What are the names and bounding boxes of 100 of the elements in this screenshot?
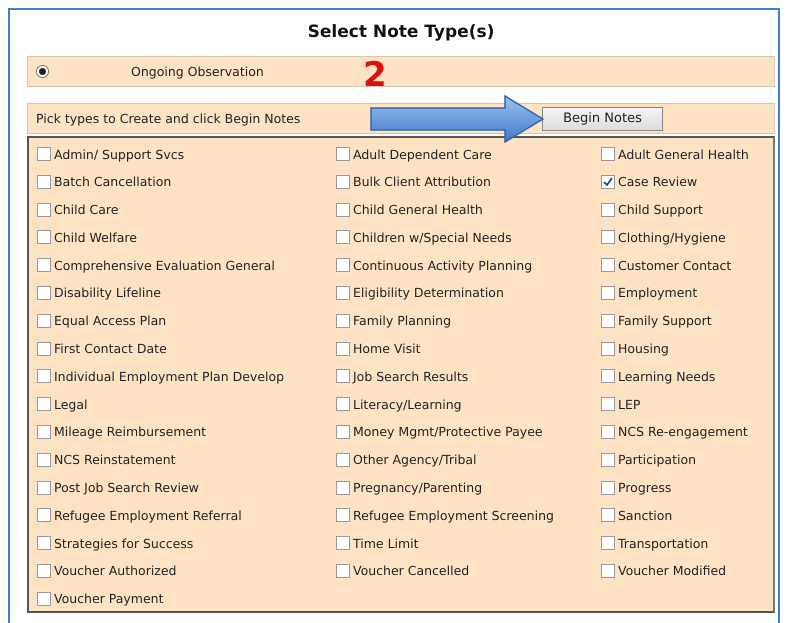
checkbox[interactable] bbox=[601, 564, 615, 578]
checkbox-label: Time Limit bbox=[353, 536, 419, 551]
checkbox[interactable] bbox=[336, 397, 350, 412]
checkbox-label: Voucher Payment bbox=[54, 591, 164, 606]
checkbox-label: First Contact Date bbox=[54, 341, 167, 356]
checkbox[interactable] bbox=[37, 536, 51, 550]
checkbox[interactable] bbox=[601, 230, 615, 244]
checkbox-label: Refugee Employment Screening bbox=[353, 508, 554, 523]
checkbox[interactable] bbox=[37, 174, 51, 189]
checkbox[interactable] bbox=[601, 174, 615, 189]
checkbox-label: Progress bbox=[618, 480, 672, 496]
checkbox[interactable] bbox=[601, 369, 615, 384]
checkbox[interactable] bbox=[336, 424, 350, 439]
checkbox-label: Child Welfare bbox=[54, 230, 137, 245]
checkbox-label: Admin/ Support Svcs bbox=[54, 146, 184, 162]
radio-button[interactable] bbox=[36, 65, 49, 78]
checkbox-label: Strategies for Success bbox=[54, 536, 194, 551]
checkbox-label: Batch Cancellation bbox=[54, 174, 172, 190]
checkbox-label: Money Mgmt/Protective Payee bbox=[353, 424, 543, 440]
checkbox-label: Child General Health bbox=[353, 202, 483, 218]
checkbox-label: Child Care bbox=[54, 202, 118, 218]
checkbox[interactable] bbox=[601, 202, 615, 217]
checkbox[interactable] bbox=[37, 452, 51, 467]
begin-notes-button[interactable]: Begin Notes bbox=[542, 106, 663, 130]
checkbox[interactable] bbox=[601, 424, 615, 439]
checkbox[interactable] bbox=[336, 536, 350, 550]
checkbox[interactable] bbox=[336, 174, 350, 189]
checkbox-label: Comprehensive Evaluation General bbox=[54, 258, 275, 273]
checkbox-label: Pregnancy/Parenting bbox=[353, 480, 482, 496]
checkbox-label: Other Agency/Tribal bbox=[353, 452, 477, 468]
checkbox[interactable] bbox=[601, 314, 615, 328]
checkbox-label: Post Job Search Review bbox=[54, 480, 199, 496]
checkbox[interactable] bbox=[601, 147, 615, 161]
checkbox-label: Family Support bbox=[618, 313, 712, 328]
checkbox-label: Eligibility Determination bbox=[353, 285, 504, 300]
checkbox-label: Clothing/Hygiene bbox=[618, 230, 726, 245]
checkbox[interactable] bbox=[336, 286, 350, 300]
checkbox[interactable] bbox=[37, 397, 51, 412]
checkbox[interactable] bbox=[336, 564, 350, 578]
checkbox[interactable] bbox=[601, 258, 615, 272]
checkbox-label: Literacy/Learning bbox=[353, 396, 462, 412]
checkbox[interactable] bbox=[37, 147, 51, 161]
checkbox-label: Employment bbox=[618, 285, 698, 300]
checkbox-label: Legal bbox=[54, 396, 88, 412]
checkbox[interactable] bbox=[37, 508, 51, 522]
checkbox-label: Voucher Modified bbox=[618, 563, 726, 578]
checkbox-label: Adult Dependent Care bbox=[353, 146, 492, 162]
checkbox-label: Family Planning bbox=[353, 313, 452, 328]
checkbox-label: Voucher Cancelled bbox=[353, 563, 470, 578]
checkbox[interactable] bbox=[37, 286, 51, 300]
checkbox[interactable] bbox=[37, 258, 51, 272]
checkbox-label: Child Support bbox=[618, 202, 703, 218]
checkbox-label: Housing bbox=[618, 341, 669, 356]
checkbox[interactable] bbox=[601, 480, 615, 495]
checkbox-label: NCS Re-engagement bbox=[618, 424, 748, 440]
checkbox[interactable] bbox=[601, 536, 615, 550]
checkbox-label: Participation bbox=[618, 452, 696, 468]
checkbox-label: Equal Access Plan bbox=[54, 313, 166, 328]
dialog-title: Select Note Type(s) bbox=[306, 21, 496, 44]
checkbox[interactable] bbox=[336, 342, 350, 356]
checkbox-label: Individual Employment Plan Develop bbox=[54, 368, 284, 384]
checkbox[interactable] bbox=[336, 258, 350, 272]
checkbox[interactable] bbox=[37, 314, 51, 328]
checkbox-label: Mileage Reimbursement bbox=[54, 424, 206, 440]
checkbox[interactable] bbox=[37, 230, 51, 244]
checkbox[interactable] bbox=[336, 314, 350, 328]
checkbox[interactable] bbox=[37, 424, 51, 439]
checkbox[interactable] bbox=[336, 369, 350, 384]
checkbox-label: Sanction bbox=[618, 508, 672, 523]
checkbox[interactable] bbox=[601, 342, 615, 356]
checkbox[interactable] bbox=[37, 480, 51, 495]
checkbox[interactable] bbox=[336, 480, 350, 495]
checkbox-label: LEP bbox=[618, 396, 640, 412]
checkbox[interactable] bbox=[37, 202, 51, 217]
checkbox[interactable] bbox=[37, 369, 51, 384]
checkbox[interactable] bbox=[37, 564, 51, 578]
checkbox-label: Children w/Special Needs bbox=[353, 230, 512, 245]
checkbox-label: Learning Needs bbox=[618, 368, 716, 384]
checkbox[interactable] bbox=[601, 508, 615, 522]
checkbox-label: Job Search Results bbox=[353, 368, 468, 384]
checkbox[interactable] bbox=[336, 230, 350, 244]
checkbox[interactable] bbox=[336, 147, 350, 161]
checkbox[interactable] bbox=[336, 452, 350, 467]
checkbox[interactable] bbox=[37, 592, 51, 606]
checkbox-label: Home Visit bbox=[353, 341, 421, 356]
instruction-text: Pick types to Create and click Begin Notes bbox=[36, 111, 300, 126]
checkbox[interactable] bbox=[336, 508, 350, 522]
checkbox-label: Transportation bbox=[618, 536, 708, 551]
radio-label: Ongoing Observation bbox=[131, 64, 264, 79]
checkbox-label: Adult General Health bbox=[618, 146, 749, 162]
checkbox-label: NCS Reinstatement bbox=[54, 452, 176, 468]
checkbox-label: Bulk Client Attribution bbox=[353, 174, 491, 190]
checkbox-label: Continuous Activity Planning bbox=[353, 258, 532, 273]
checkbox-label: Customer Contact bbox=[618, 258, 732, 273]
checkbox[interactable] bbox=[601, 397, 615, 412]
checkbox[interactable] bbox=[336, 202, 350, 217]
checkbox[interactable] bbox=[37, 342, 51, 356]
checkbox[interactable] bbox=[601, 452, 615, 467]
step-number: 2 bbox=[363, 58, 387, 92]
checkbox[interactable] bbox=[601, 286, 615, 300]
